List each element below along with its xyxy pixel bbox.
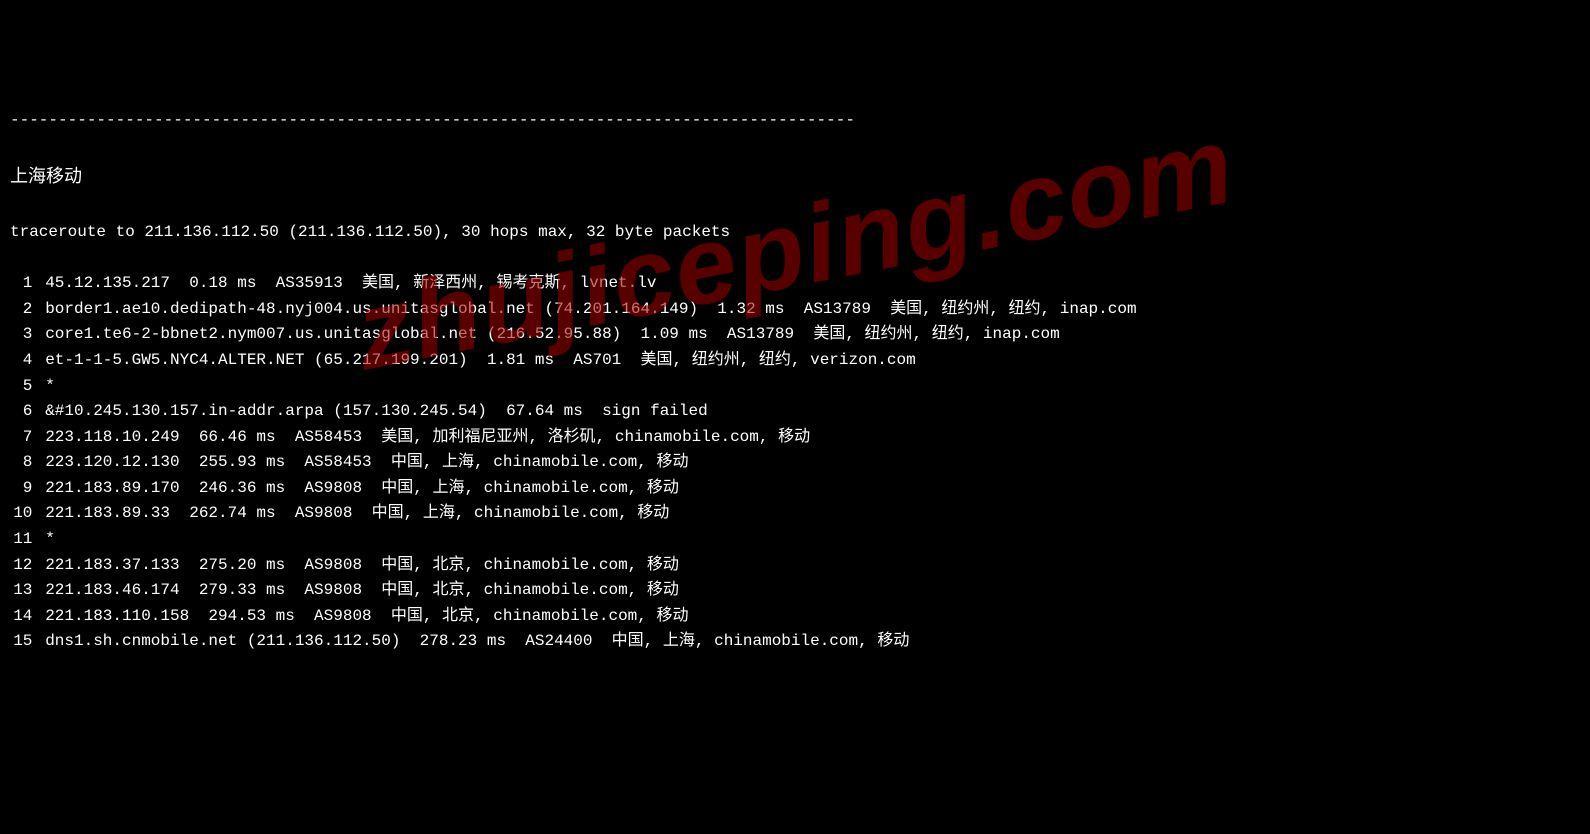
hop-number: 8	[10, 450, 45, 476]
hop-number: 2	[10, 297, 45, 323]
hop-row: 8223.120.12.130 255.93 ms AS58453 中国, 上海…	[10, 450, 1580, 476]
hop-detail: 221.183.46.174 279.33 ms AS9808 中国, 北京, …	[45, 581, 679, 599]
hop-number: 9	[10, 476, 45, 502]
hop-number: 11	[10, 527, 45, 553]
traceroute-header: traceroute to 211.136.112.50 (211.136.11…	[10, 220, 1580, 246]
hop-detail: 45.12.135.217 0.18 ms AS35913 美国, 新泽西州, …	[45, 274, 656, 292]
hop-row: 145.12.135.217 0.18 ms AS35913 美国, 新泽西州,…	[10, 271, 1580, 297]
hop-row: 9221.183.89.170 246.36 ms AS9808 中国, 上海,…	[10, 476, 1580, 502]
hop-detail: dns1.sh.cnmobile.net (211.136.112.50) 27…	[45, 632, 909, 650]
hop-detail: 221.183.89.33 262.74 ms AS9808 中国, 上海, c…	[45, 504, 669, 522]
hop-number: 5	[10, 374, 45, 400]
hop-row: 13221.183.46.174 279.33 ms AS9808 中国, 北京…	[10, 578, 1580, 604]
hop-number: 7	[10, 425, 45, 451]
hop-row: 14221.183.110.158 294.53 ms AS9808 中国, 北…	[10, 604, 1580, 630]
hop-detail: *	[45, 377, 55, 395]
hop-number: 1	[10, 271, 45, 297]
hop-row: 11*	[10, 527, 1580, 553]
hop-row: 2border1.ae10.dedipath-48.nyj004.us.unit…	[10, 297, 1580, 323]
hop-row: 5*	[10, 374, 1580, 400]
hop-detail: 221.183.89.170 246.36 ms AS9808 中国, 上海, …	[45, 479, 679, 497]
hop-row: 10221.183.89.33 262.74 ms AS9808 中国, 上海,…	[10, 501, 1580, 527]
hop-number: 15	[10, 629, 45, 655]
hop-number: 4	[10, 348, 45, 374]
hop-row: 15dns1.sh.cnmobile.net (211.136.112.50) …	[10, 629, 1580, 655]
hop-detail: 221.183.37.133 275.20 ms AS9808 中国, 北京, …	[45, 556, 679, 574]
hop-detail: 221.183.110.158 294.53 ms AS9808 中国, 北京,…	[45, 607, 688, 625]
hop-number: 13	[10, 578, 45, 604]
hop-number: 12	[10, 553, 45, 579]
hop-detail: 223.120.12.130 255.93 ms AS58453 中国, 上海,…	[45, 453, 688, 471]
location-title: 上海移动	[10, 162, 1580, 191]
hop-row: 12221.183.37.133 275.20 ms AS9808 中国, 北京…	[10, 553, 1580, 579]
hop-number: 6	[10, 399, 45, 425]
hop-number: 3	[10, 322, 45, 348]
hop-detail: border1.ae10.dedipath-48.nyj004.us.unita…	[45, 300, 1136, 318]
hop-detail: core1.te6-2-bbnet2.nym007.us.unitasgloba…	[45, 325, 1060, 343]
hop-number: 10	[10, 501, 45, 527]
hop-row: 6&#10.245.130.157.in-addr.arpa (157.130.…	[10, 399, 1580, 425]
hop-number: 14	[10, 604, 45, 630]
hops-list: 145.12.135.217 0.18 ms AS35913 美国, 新泽西州,…	[10, 271, 1580, 655]
hop-row: 3core1.te6-2-bbnet2.nym007.us.unitasglob…	[10, 322, 1580, 348]
divider-line: ----------------------------------------…	[10, 108, 1580, 134]
hop-row: 4et-1-1-5.GW5.NYC4.ALTER.NET (65.217.199…	[10, 348, 1580, 374]
hop-detail: &#10.245.130.157.in-addr.arpa (157.130.2…	[45, 402, 708, 420]
hop-detail: 223.118.10.249 66.46 ms AS58453 美国, 加利福尼…	[45, 428, 810, 446]
hop-row: 7223.118.10.249 66.46 ms AS58453 美国, 加利福…	[10, 425, 1580, 451]
hop-detail: *	[45, 530, 55, 548]
hop-detail: et-1-1-5.GW5.NYC4.ALTER.NET (65.217.199.…	[45, 351, 916, 369]
